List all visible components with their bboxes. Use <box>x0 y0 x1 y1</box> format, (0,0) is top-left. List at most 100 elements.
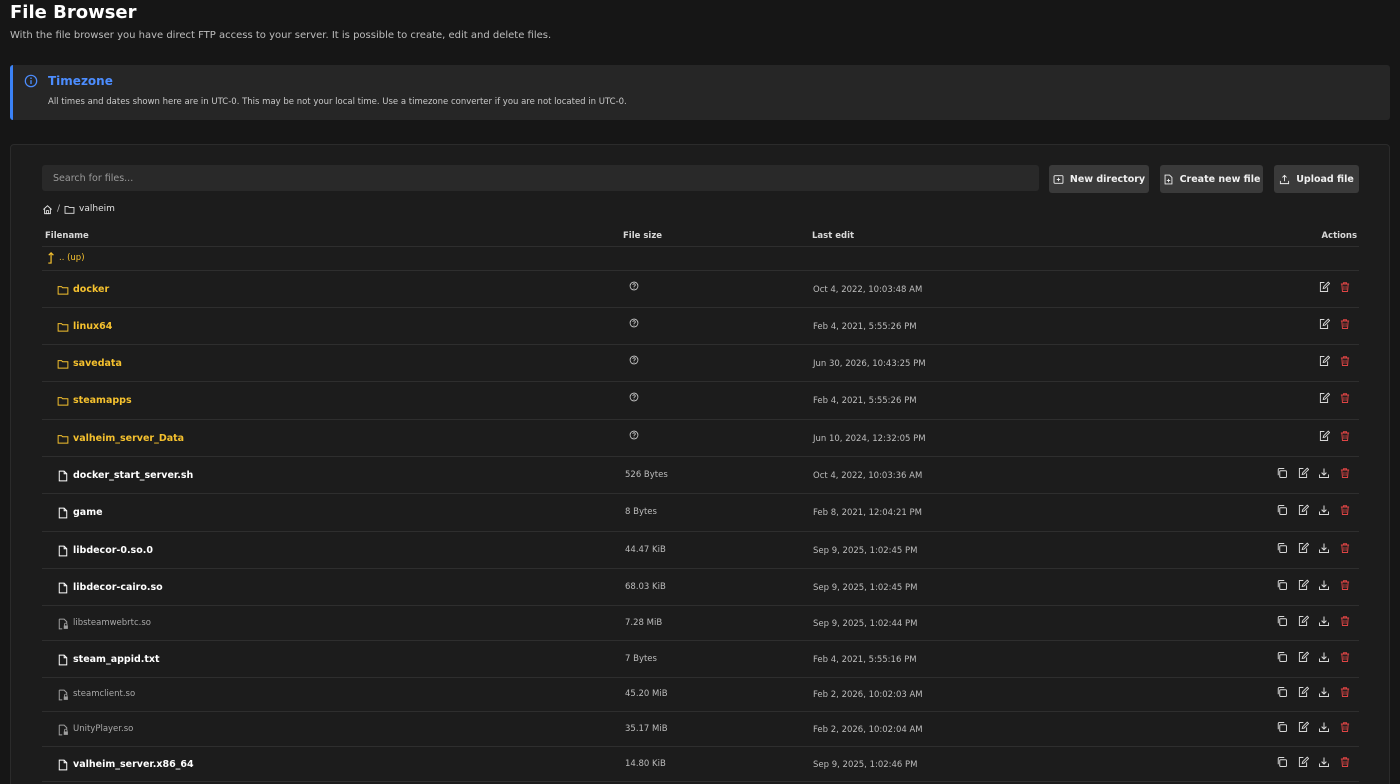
copy-icon[interactable] <box>1276 542 1288 554</box>
file-row[interactable]: valheim_server.x86_64 14.80 KiB Sep 9, 202… <box>42 747 1359 782</box>
folder-row[interactable]: linux64 Feb 4, 2021, 5:55:26 PM <box>42 308 1359 345</box>
file-name[interactable]: valheim_server_Data <box>73 433 184 444</box>
file-row[interactable]: libdecor-0.so.0 44.47 KiB Sep 9, 2025, 1:0… <box>42 532 1359 569</box>
row-actions <box>1276 467 1351 479</box>
copy-icon[interactable] <box>1276 615 1288 627</box>
file-name[interactable]: UnityPlayer.so <box>73 724 133 734</box>
download-icon[interactable] <box>1318 686 1330 698</box>
column-filename[interactable]: Filename <box>45 231 89 241</box>
row-actions <box>1318 430 1351 442</box>
edit-icon[interactable] <box>1297 651 1309 663</box>
home-icon[interactable] <box>42 204 53 215</box>
trash-icon[interactable] <box>1339 721 1351 733</box>
file-row[interactable]: docker_start_server.sh 526 Bytes Oct 4, 20… <box>42 457 1359 494</box>
copy-icon[interactable] <box>1276 721 1288 733</box>
copy-icon[interactable] <box>1276 651 1288 663</box>
edit-icon[interactable] <box>1297 686 1309 698</box>
trash-icon[interactable] <box>1339 355 1351 367</box>
edit-icon[interactable] <box>1318 430 1330 442</box>
question-circle-icon <box>629 355 639 365</box>
file-icon <box>58 507 68 519</box>
last-edit: Sep 9, 2025, 1:02:45 PM <box>813 583 918 593</box>
search-input[interactable] <box>42 165 1039 191</box>
file-row[interactable]: game 8 Bytes Feb 8, 2021, 12:04:21 PM <box>42 494 1359 532</box>
file-name[interactable]: game <box>73 507 103 518</box>
copy-icon[interactable] <box>1276 756 1288 768</box>
file-name[interactable]: libdecor-0.so.0 <box>73 545 153 556</box>
file-name[interactable]: steam_appid.txt <box>73 654 160 665</box>
download-icon[interactable] <box>1318 504 1330 516</box>
copy-icon[interactable] <box>1276 686 1288 698</box>
file-name[interactable]: libdecor-cairo.so <box>73 582 163 593</box>
download-icon[interactable] <box>1318 542 1330 554</box>
breadcrumb-current[interactable]: valheim <box>79 204 115 214</box>
trash-icon[interactable] <box>1339 467 1351 479</box>
edit-icon[interactable] <box>1297 615 1309 627</box>
file-icon <box>58 759 68 771</box>
copy-icon[interactable] <box>1276 504 1288 516</box>
edit-icon[interactable] <box>1297 542 1309 554</box>
trash-icon[interactable] <box>1339 756 1351 768</box>
file-row[interactable]: UnityPlayer.so 35.17 MiB Feb 2, 2026, 10:0… <box>42 712 1359 747</box>
file-row[interactable]: steam_appid.txt 7 Bytes Feb 4, 2021, 5:55:… <box>42 641 1359 678</box>
download-icon[interactable] <box>1318 721 1330 733</box>
trash-icon[interactable] <box>1339 392 1351 404</box>
trash-icon[interactable] <box>1339 542 1351 554</box>
file-name[interactable]: steamapps <box>73 395 132 406</box>
file-row[interactable]: libsteamwebrtc.so 7.28 MiB Sep 9, 2025, 1:… <box>42 606 1359 641</box>
question-circle-icon <box>629 318 639 328</box>
file-name[interactable]: libsteamwebrtc.so <box>73 618 151 628</box>
copy-icon[interactable] <box>1276 579 1288 591</box>
download-icon[interactable] <box>1318 756 1330 768</box>
file-name[interactable]: valheim_server.x86_64 <box>73 759 194 770</box>
file-name[interactable]: savedata <box>73 358 122 369</box>
edit-icon[interactable] <box>1297 467 1309 479</box>
trash-icon[interactable] <box>1339 686 1351 698</box>
download-icon[interactable] <box>1318 579 1330 591</box>
trash-icon[interactable] <box>1339 615 1351 627</box>
file-name[interactable]: docker <box>73 284 109 295</box>
trash-icon[interactable] <box>1339 504 1351 516</box>
upload-file-button[interactable]: Upload file <box>1274 165 1359 193</box>
copy-icon[interactable] <box>1276 467 1288 479</box>
file-lock-icon <box>58 618 68 630</box>
column-file-size[interactable]: File size <box>623 231 662 241</box>
last-edit: Jun 10, 2024, 12:32:05 PM <box>813 434 926 444</box>
download-icon[interactable] <box>1318 651 1330 663</box>
file-lock-icon <box>58 724 68 736</box>
file-name[interactable]: linux64 <box>73 321 112 332</box>
file-name[interactable]: steamclient.so <box>73 689 135 699</box>
download-icon[interactable] <box>1318 467 1330 479</box>
edit-icon[interactable] <box>1318 281 1330 293</box>
download-icon[interactable] <box>1318 615 1330 627</box>
edit-icon[interactable] <box>1318 318 1330 330</box>
new-directory-button[interactable]: New directory <box>1049 165 1149 193</box>
folder-row[interactable]: savedata Jun 30, 2026, 10:43:25 PM <box>42 345 1359 382</box>
create-new-file-button[interactable]: Create new file <box>1160 165 1263 193</box>
edit-icon[interactable] <box>1297 756 1309 768</box>
trash-icon[interactable] <box>1339 318 1351 330</box>
edit-icon[interactable] <box>1318 355 1330 367</box>
table-header: Filename File size Last edit Actions <box>42 226 1359 247</box>
folder-row[interactable]: steamapps Feb 4, 2021, 5:55:26 PM <box>42 382 1359 420</box>
file-size: 44.47 KiB <box>625 545 666 555</box>
edit-icon[interactable] <box>1297 504 1309 516</box>
column-last-edit[interactable]: Last edit <box>812 231 854 241</box>
edit-icon[interactable] <box>1318 392 1330 404</box>
trash-icon[interactable] <box>1339 579 1351 591</box>
file-name[interactable]: docker_start_server.sh <box>73 470 193 481</box>
trash-icon[interactable] <box>1339 281 1351 293</box>
file-row[interactable]: steamclient.so 45.20 MiB Feb 2, 2026, 10:0… <box>42 678 1359 712</box>
file-icon <box>58 470 68 482</box>
up-directory-row[interactable]: .. (up) <box>42 247 1359 271</box>
trash-icon[interactable] <box>1339 430 1351 442</box>
row-actions <box>1276 579 1351 591</box>
row-actions <box>1318 355 1351 367</box>
file-row[interactable]: libdecor-cairo.so 68.03 KiB Sep 9, 2025, 1… <box>42 569 1359 606</box>
trash-icon[interactable] <box>1339 651 1351 663</box>
edit-icon[interactable] <box>1297 579 1309 591</box>
folder-row[interactable]: docker Oct 4, 2022, 10:03:48 AM <box>42 271 1359 308</box>
row-actions <box>1276 686 1351 698</box>
edit-icon[interactable] <box>1297 721 1309 733</box>
folder-row[interactable]: valheim_server_Data Jun 10, 2024, 12:32:0… <box>42 420 1359 457</box>
